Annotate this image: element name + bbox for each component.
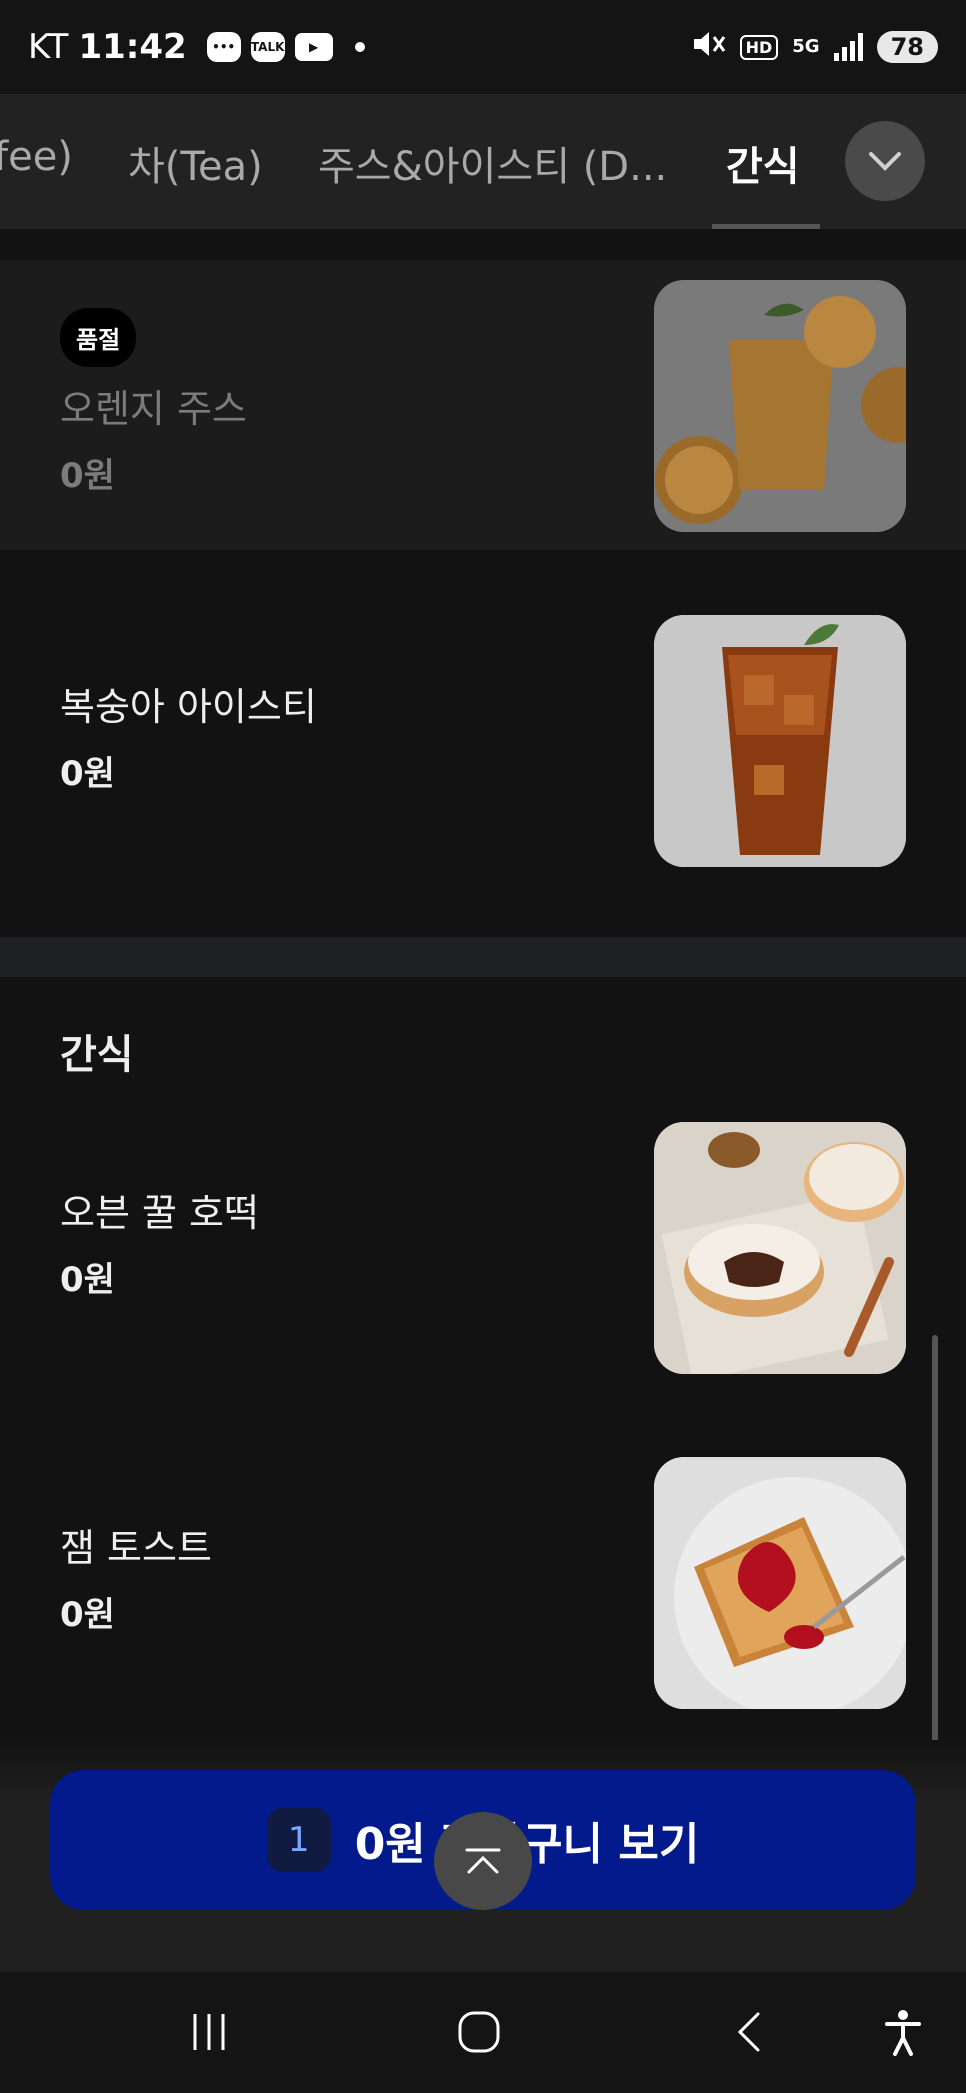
item-price: 0원	[60, 1595, 115, 1635]
tab-coffee[interactable]: fee)	[0, 134, 73, 180]
item-name: 잼 토스트	[60, 1526, 212, 1570]
network-5g-icon: 5G	[792, 36, 820, 57]
chevron-down-icon[interactable]	[845, 121, 925, 201]
home-icon[interactable]	[444, 2002, 514, 2062]
signal-icon	[833, 33, 863, 61]
talk-icon: TALK	[250, 32, 285, 62]
back-icon[interactable]	[714, 2002, 784, 2062]
menu-item-jam-toast[interactable]: 잼 토스트 0원	[0, 1425, 966, 1745]
item-name: 오븐 꿀 호떡	[60, 1191, 259, 1235]
section-title-snack: 간식	[60, 1032, 134, 1078]
tab-juice-icetea[interactable]: 주스&아이스티 (D...	[318, 134, 667, 192]
scrollbar[interactable]	[932, 1335, 938, 1795]
item-price: 0원	[60, 754, 115, 794]
accessibility-icon[interactable]	[868, 2002, 938, 2062]
jam-toast-image	[654, 1457, 906, 1709]
menu-item-orange-juice[interactable]: 품절 오렌지 주스 0원	[0, 260, 966, 550]
item-name: 복숭아 아이스티	[60, 685, 317, 729]
status-bar: KT 11:42 ••• TALK ▶ HD 5G 78	[0, 0, 966, 94]
chevron-up-icon[interactable]	[434, 1812, 532, 1910]
carrier-label: KT	[28, 27, 69, 67]
section-divider	[0, 937, 966, 977]
menu-item-honey-hotteok[interactable]: 오븐 꿀 호떡 0원	[0, 1090, 966, 1420]
hd-voice-icon: HD	[739, 34, 779, 60]
soldout-badge: 품절	[60, 308, 137, 367]
message-icon: •••	[206, 32, 241, 62]
item-price: 0원	[60, 1260, 115, 1300]
orange-juice-image	[654, 280, 906, 532]
menu-item-peach-icetea[interactable]: 복숭아 아이스티 0원	[0, 550, 966, 937]
cart-count-badge: 1	[266, 1808, 331, 1872]
tab-tea[interactable]: 차(Tea)	[128, 134, 263, 192]
more-notifications-icon	[354, 42, 365, 52]
peach-icetea-image	[654, 615, 906, 867]
recent-apps-icon[interactable]	[174, 2002, 244, 2062]
honey-hotteok-image	[654, 1122, 906, 1374]
item-price: 0원	[60, 456, 115, 496]
youtube-icon: ▶	[294, 33, 333, 61]
item-name: 오렌지 주스	[60, 387, 247, 431]
tab-active-indicator	[712, 224, 820, 229]
system-nav-bar	[0, 1972, 966, 2093]
category-tabbar: fee) 차(Tea) 주스&아이스티 (D... 간식	[0, 94, 966, 229]
mute-icon	[692, 29, 726, 65]
clock: 11:42	[78, 27, 187, 67]
battery-icon: 78	[876, 31, 938, 63]
tab-snack[interactable]: 간식	[726, 134, 800, 192]
